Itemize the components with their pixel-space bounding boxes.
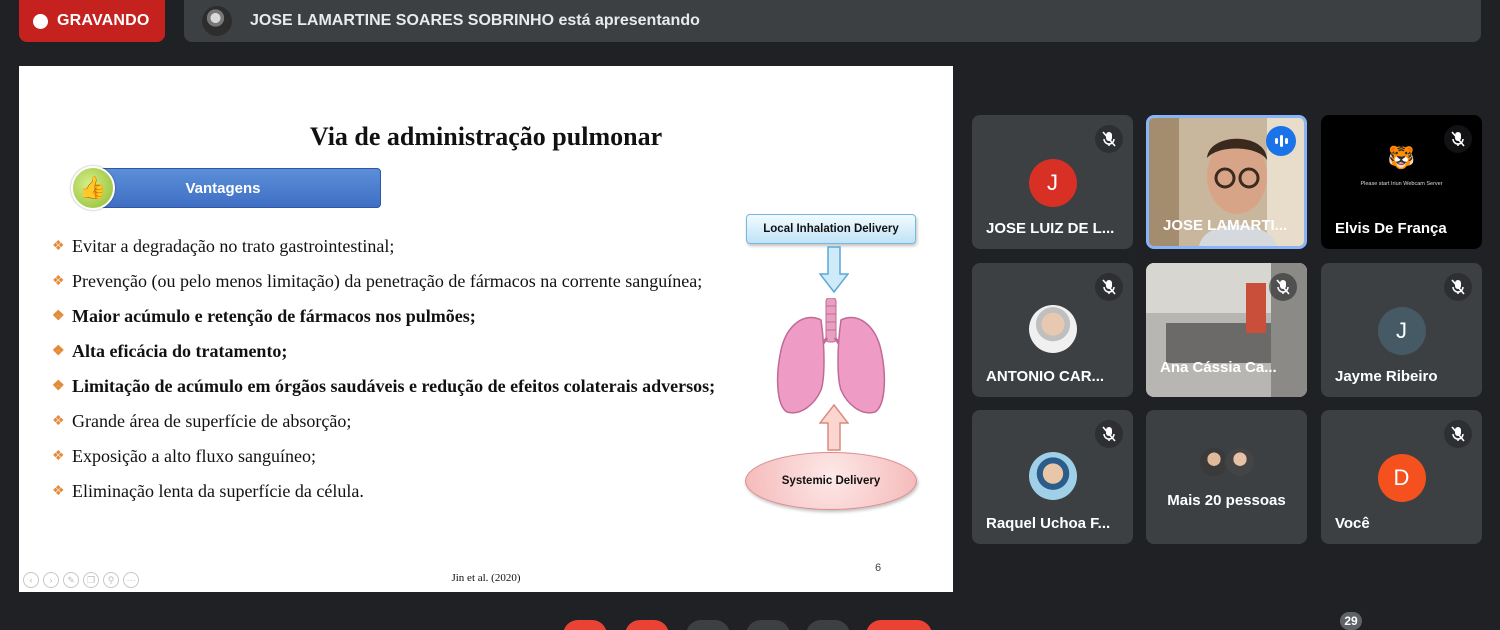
- more-options-button[interactable]: [806, 620, 850, 630]
- more-people-avatars: [1197, 446, 1256, 478]
- participant-tile[interactable]: 🐯 Please start Iriun Webcam Server Elvis…: [1321, 115, 1482, 249]
- participant-tile[interactable]: Mais 20 pessoas: [1146, 410, 1307, 544]
- presenter-avatar: [202, 6, 232, 36]
- diamond-bullet-icon: ❖: [52, 414, 65, 429]
- participant-tile[interactable]: J Jayme Ribeiro: [1321, 263, 1482, 397]
- mic-off-icon: [1444, 420, 1472, 448]
- avatar: [1028, 452, 1077, 500]
- leave-call-button[interactable]: [866, 620, 932, 630]
- captions-button[interactable]: [686, 620, 730, 630]
- list-item: ❖ Eliminação lenta da superfície da célul…: [52, 481, 364, 501]
- avatar: J: [1028, 159, 1077, 207]
- thumbs-up-icon: 👍: [71, 166, 115, 210]
- participant-name: JOSE LUIZ DE L...: [986, 220, 1115, 237]
- pen-icon[interactable]: ✎: [63, 572, 79, 588]
- diamond-bullet-icon: ❖: [52, 484, 65, 499]
- avatar: D: [1377, 454, 1426, 502]
- participant-tile[interactable]: JOSE LAMARTI...: [1146, 115, 1307, 249]
- participant-name: Ana Cássia Ca...: [1160, 359, 1277, 376]
- participant-name: Você: [1335, 515, 1370, 532]
- participant-tile[interactable]: Ana Cássia Ca...: [1146, 263, 1307, 397]
- participant-tile[interactable]: Raquel Uchoa F...: [972, 410, 1133, 544]
- list-item: ❖ Alta eficácia do tratamento;: [52, 341, 288, 361]
- local-inhalation-box: Local Inhalation Delivery: [746, 214, 916, 244]
- systemic-delivery-ellipse: Systemic Delivery: [745, 452, 917, 510]
- camera-toggle-button[interactable]: [625, 620, 669, 630]
- list-item: ❖ Maior acúmulo e retenção de fármacos no…: [52, 306, 476, 326]
- record-dot-icon: [33, 13, 48, 29]
- slide-title: Via de administração pulmonar: [309, 122, 663, 151]
- mic-off-icon: [1095, 125, 1123, 153]
- section-header: 👍 Vantagens: [71, 166, 381, 210]
- diamond-bullet-icon: ❖: [52, 309, 65, 324]
- participant-count-badge: 29: [1340, 612, 1362, 630]
- mic-toggle-button[interactable]: [563, 620, 607, 630]
- lungs-icon: [776, 298, 886, 414]
- present-button[interactable]: [746, 620, 790, 630]
- diamond-bullet-icon: ❖: [52, 379, 65, 394]
- arrow-up-icon: [819, 404, 849, 451]
- recording-label: GRAVANDO: [57, 12, 150, 29]
- avatar: [1223, 446, 1256, 478]
- diamond-bullet-icon: ❖: [52, 449, 65, 464]
- list-item: ❖ Grande área de superfície de absorção;: [52, 411, 352, 431]
- participant-tile[interactable]: ANTONIO CAR...: [972, 263, 1133, 397]
- recording-badge[interactable]: GRAVANDO: [19, 0, 165, 42]
- avatar: J: [1377, 307, 1426, 355]
- slide-controls: ‹ › ✎ ❐ ⚲ ⋯: [23, 572, 139, 588]
- presenting-banner: JOSE LAMARTINE SOARES SOBRINHO está apre…: [184, 0, 1481, 42]
- mic-off-icon: [1444, 125, 1472, 153]
- list-item: ❖ Prevenção (ou pelo menos limitação) da …: [52, 271, 703, 291]
- list-item: ❖ Exposição a alto fluxo sanguíneo;: [52, 446, 316, 466]
- next-slide-icon[interactable]: ›: [43, 572, 59, 588]
- participant-name: Jayme Ribeiro: [1335, 368, 1438, 385]
- participant-name: JOSE LAMARTI...: [1163, 217, 1288, 234]
- mic-off-icon: [1444, 273, 1472, 301]
- participant-tile[interactable]: J JOSE LUIZ DE L...: [972, 115, 1133, 249]
- section-label: Vantagens: [95, 168, 381, 208]
- list-item: ❖ Evitar a degradação no trato gastrointe…: [52, 236, 395, 256]
- diamond-bullet-icon: ❖: [52, 344, 65, 359]
- mic-off-icon: [1095, 273, 1123, 301]
- copy-icon[interactable]: ❐: [83, 572, 99, 588]
- list-item: ❖ Limitação de acúmulo em órgãos saudávei…: [52, 376, 716, 396]
- diamond-bullet-icon: ❖: [52, 274, 65, 289]
- participant-name: Elvis De França: [1335, 220, 1447, 237]
- bullet-list: ❖ Evitar a degradação no trato gastrointe…: [52, 236, 715, 516]
- more-people-label: Mais 20 pessoas: [1167, 492, 1286, 509]
- mic-off-icon: [1095, 420, 1123, 448]
- participant-name: ANTONIO CAR...: [986, 368, 1105, 385]
- prev-slide-icon[interactable]: ‹: [23, 572, 39, 588]
- speaking-indicator-icon: [1266, 126, 1296, 156]
- webcam-caption: Please start Iriun Webcam Server: [1360, 181, 1443, 187]
- zoom-icon[interactable]: ⚲: [103, 572, 119, 588]
- slide-citation: Jin et al. (2020): [451, 572, 521, 584]
- avatar: [1028, 305, 1077, 353]
- mic-off-icon: [1269, 273, 1297, 301]
- participant-tile[interactable]: D Você: [1321, 410, 1482, 544]
- webcam-logo-icon: 🐯: [1387, 145, 1416, 170]
- more-icon[interactable]: ⋯: [123, 572, 139, 588]
- diamond-bullet-icon: ❖: [52, 239, 65, 254]
- presentation-slide: Via de administração pulmonar 👍 Vantagen…: [19, 66, 953, 592]
- participant-name: Raquel Uchoa F...: [986, 515, 1111, 532]
- arrow-down-icon: [819, 246, 849, 294]
- presenting-text: JOSE LAMARTINE SOARES SOBRINHO está apre…: [250, 12, 700, 29]
